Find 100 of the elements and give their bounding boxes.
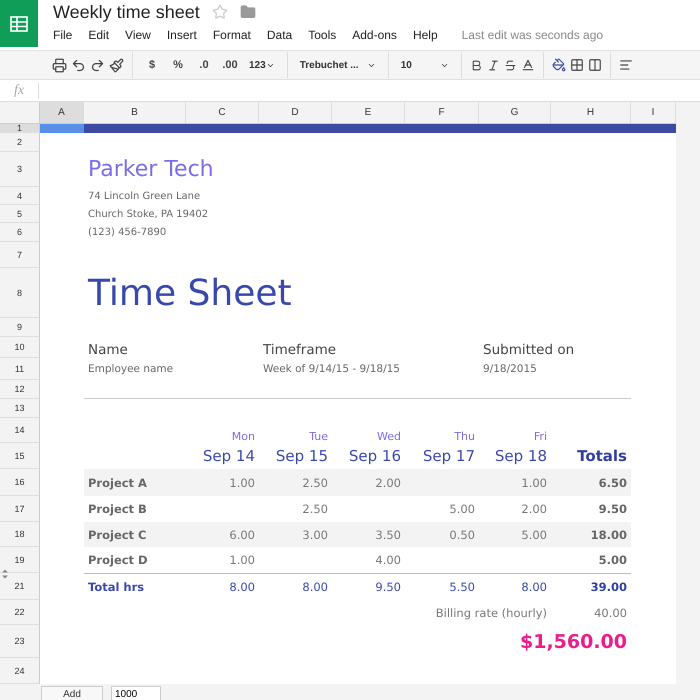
project-name: Project B — [87, 501, 148, 518]
hidden-rows-arrows-icon[interactable] — [1, 568, 9, 578]
hours-cell-text: 4.00 — [374, 552, 402, 569]
column-header[interactable]: G — [479, 102, 551, 124]
merge-cells-icon[interactable] — [588, 58, 602, 72]
info-value: Employee name — [87, 362, 174, 377]
hours-cell-text: 5.00 — [448, 501, 476, 518]
row-header[interactable]: 12 — [0, 380, 40, 399]
font-dropdown[interactable]: Trebuchet ... — [296, 60, 380, 70]
strikethrough-icon[interactable] — [504, 58, 517, 72]
row-header[interactable]: 1 — [0, 124, 40, 133]
paint-format-icon[interactable] — [109, 58, 124, 72]
text-color-icon[interactable] — [520, 58, 535, 72]
row-count-field[interactable]: 1000 — [111, 686, 161, 700]
column-header[interactable]: B — [84, 102, 186, 124]
project-name: Project A — [87, 474, 148, 492]
column-header[interactable]: C — [186, 102, 259, 124]
row-header[interactable]: 24 — [0, 658, 40, 684]
sheets-logo-icon[interactable] — [0, 0, 38, 47]
column-header[interactable]: I — [631, 102, 676, 124]
menu-item[interactable]: Insert — [166, 28, 205, 42]
column-header[interactable]: A — [40, 102, 84, 124]
row-header[interactable]: 15 — [0, 443, 40, 469]
row-header[interactable]: 2 — [0, 133, 40, 152]
menu-item[interactable]: View — [125, 28, 159, 42]
row-header[interactable]: 8 — [0, 268, 40, 318]
column-header[interactable]: D — [259, 102, 332, 124]
daily-total: 9.50 — [374, 578, 402, 596]
undo-icon[interactable] — [71, 58, 86, 72]
info-label: Submitted on — [482, 341, 576, 358]
date-header: Sep 17 — [422, 446, 476, 467]
hours-cell-text: 2.50 — [301, 501, 329, 518]
fill-color-icon[interactable] — [552, 58, 566, 72]
folder-icon[interactable] — [240, 4, 256, 20]
menu-item[interactable]: Add-ons — [352, 28, 405, 42]
menu-item[interactable]: Tools — [308, 28, 344, 42]
hours-cell-text: 1.00 — [520, 474, 548, 492]
percent-button[interactable]: % — [167, 55, 189, 75]
row-header[interactable]: 13 — [0, 399, 40, 418]
hours-cell-text: 3.00 — [301, 526, 329, 544]
row-header[interactable]: 7 — [0, 242, 40, 268]
last-edit-status[interactable]: Last edit was seconds ago — [462, 28, 604, 42]
row-header[interactable]: 18 — [0, 522, 40, 547]
align-icon[interactable] — [618, 58, 633, 72]
selected-cell[interactable] — [40, 124, 84, 133]
borders-icon[interactable] — [570, 58, 584, 72]
row-header[interactable]: 3 — [0, 152, 40, 187]
row-header[interactable]: 6 — [0, 223, 40, 242]
weekday-label: Wed — [376, 429, 402, 443]
bold-icon[interactable] — [470, 58, 483, 72]
row-header[interactable]: 16 — [0, 469, 40, 496]
menu-item[interactable]: File — [53, 28, 80, 42]
row-header[interactable]: 9 — [0, 318, 40, 337]
row-header[interactable]: 22 — [0, 600, 40, 625]
info-value: Week of 9/14/15 - 9/18/15 — [262, 362, 401, 377]
add-rows-button[interactable]: Add — [41, 686, 103, 700]
weekday-label: Thu — [453, 429, 476, 443]
weekday-label: Fri — [532, 429, 548, 443]
menu-item[interactable]: Data — [266, 28, 300, 42]
row-header[interactable]: 10 — [0, 337, 40, 358]
column-header[interactable]: E — [332, 102, 405, 124]
currency-button[interactable]: $ — [141, 55, 163, 75]
date-header: Sep 18 — [494, 446, 548, 467]
daily-total: 5.50 — [448, 578, 476, 596]
row-header[interactable]: 17 — [0, 496, 40, 522]
info-label: Name — [87, 341, 129, 358]
increase-decimals-button[interactable]: .00 — [219, 55, 241, 75]
row-header[interactable]: 21 — [0, 573, 40, 600]
menu-item[interactable]: Help — [412, 28, 446, 42]
row-header[interactable]: 5 — [0, 205, 40, 223]
hours-cell-text: 1.00 — [228, 474, 256, 492]
row-header[interactable]: 14 — [0, 418, 40, 443]
company-name: Parker Tech — [87, 156, 215, 184]
menu-item[interactable]: Format — [212, 28, 259, 42]
project-name: Project D — [87, 552, 149, 569]
totals-header: Totals — [576, 446, 628, 467]
hours-cell-text: 2.50 — [301, 474, 329, 492]
project-total: 9.50 — [598, 501, 628, 518]
number-format-dropdown[interactable]: 123 — [245, 60, 279, 70]
menu-item[interactable]: Edit — [88, 28, 118, 42]
daily-total: 8.00 — [301, 578, 329, 596]
column-header[interactable]: H — [551, 102, 631, 124]
weekday-label: Tue — [308, 429, 329, 443]
star-icon[interactable] — [212, 4, 228, 20]
hours-cell-text: 3.50 — [374, 526, 402, 544]
italic-icon[interactable] — [486, 58, 500, 72]
row-header[interactable]: 4 — [0, 187, 40, 205]
row-header[interactable]: 23 — [0, 625, 40, 658]
company-address-line: 74 Lincoln Green Lane — [87, 190, 202, 204]
row-header[interactable]: 11 — [0, 358, 40, 380]
column-header[interactable]: F — [405, 102, 479, 124]
font-size-dropdown[interactable]: 10 — [396, 60, 453, 70]
redo-icon[interactable] — [90, 58, 105, 72]
document-title[interactable]: Weekly time sheet — [53, 2, 200, 22]
decrease-decimals-button[interactable]: .0 — [193, 55, 215, 75]
row-header[interactable]: 19 — [0, 547, 40, 573]
project-total: 6.50 — [598, 474, 628, 492]
daily-total: 8.00 — [520, 578, 548, 596]
info-label: Timeframe — [262, 341, 338, 358]
print-icon[interactable] — [52, 58, 67, 72]
